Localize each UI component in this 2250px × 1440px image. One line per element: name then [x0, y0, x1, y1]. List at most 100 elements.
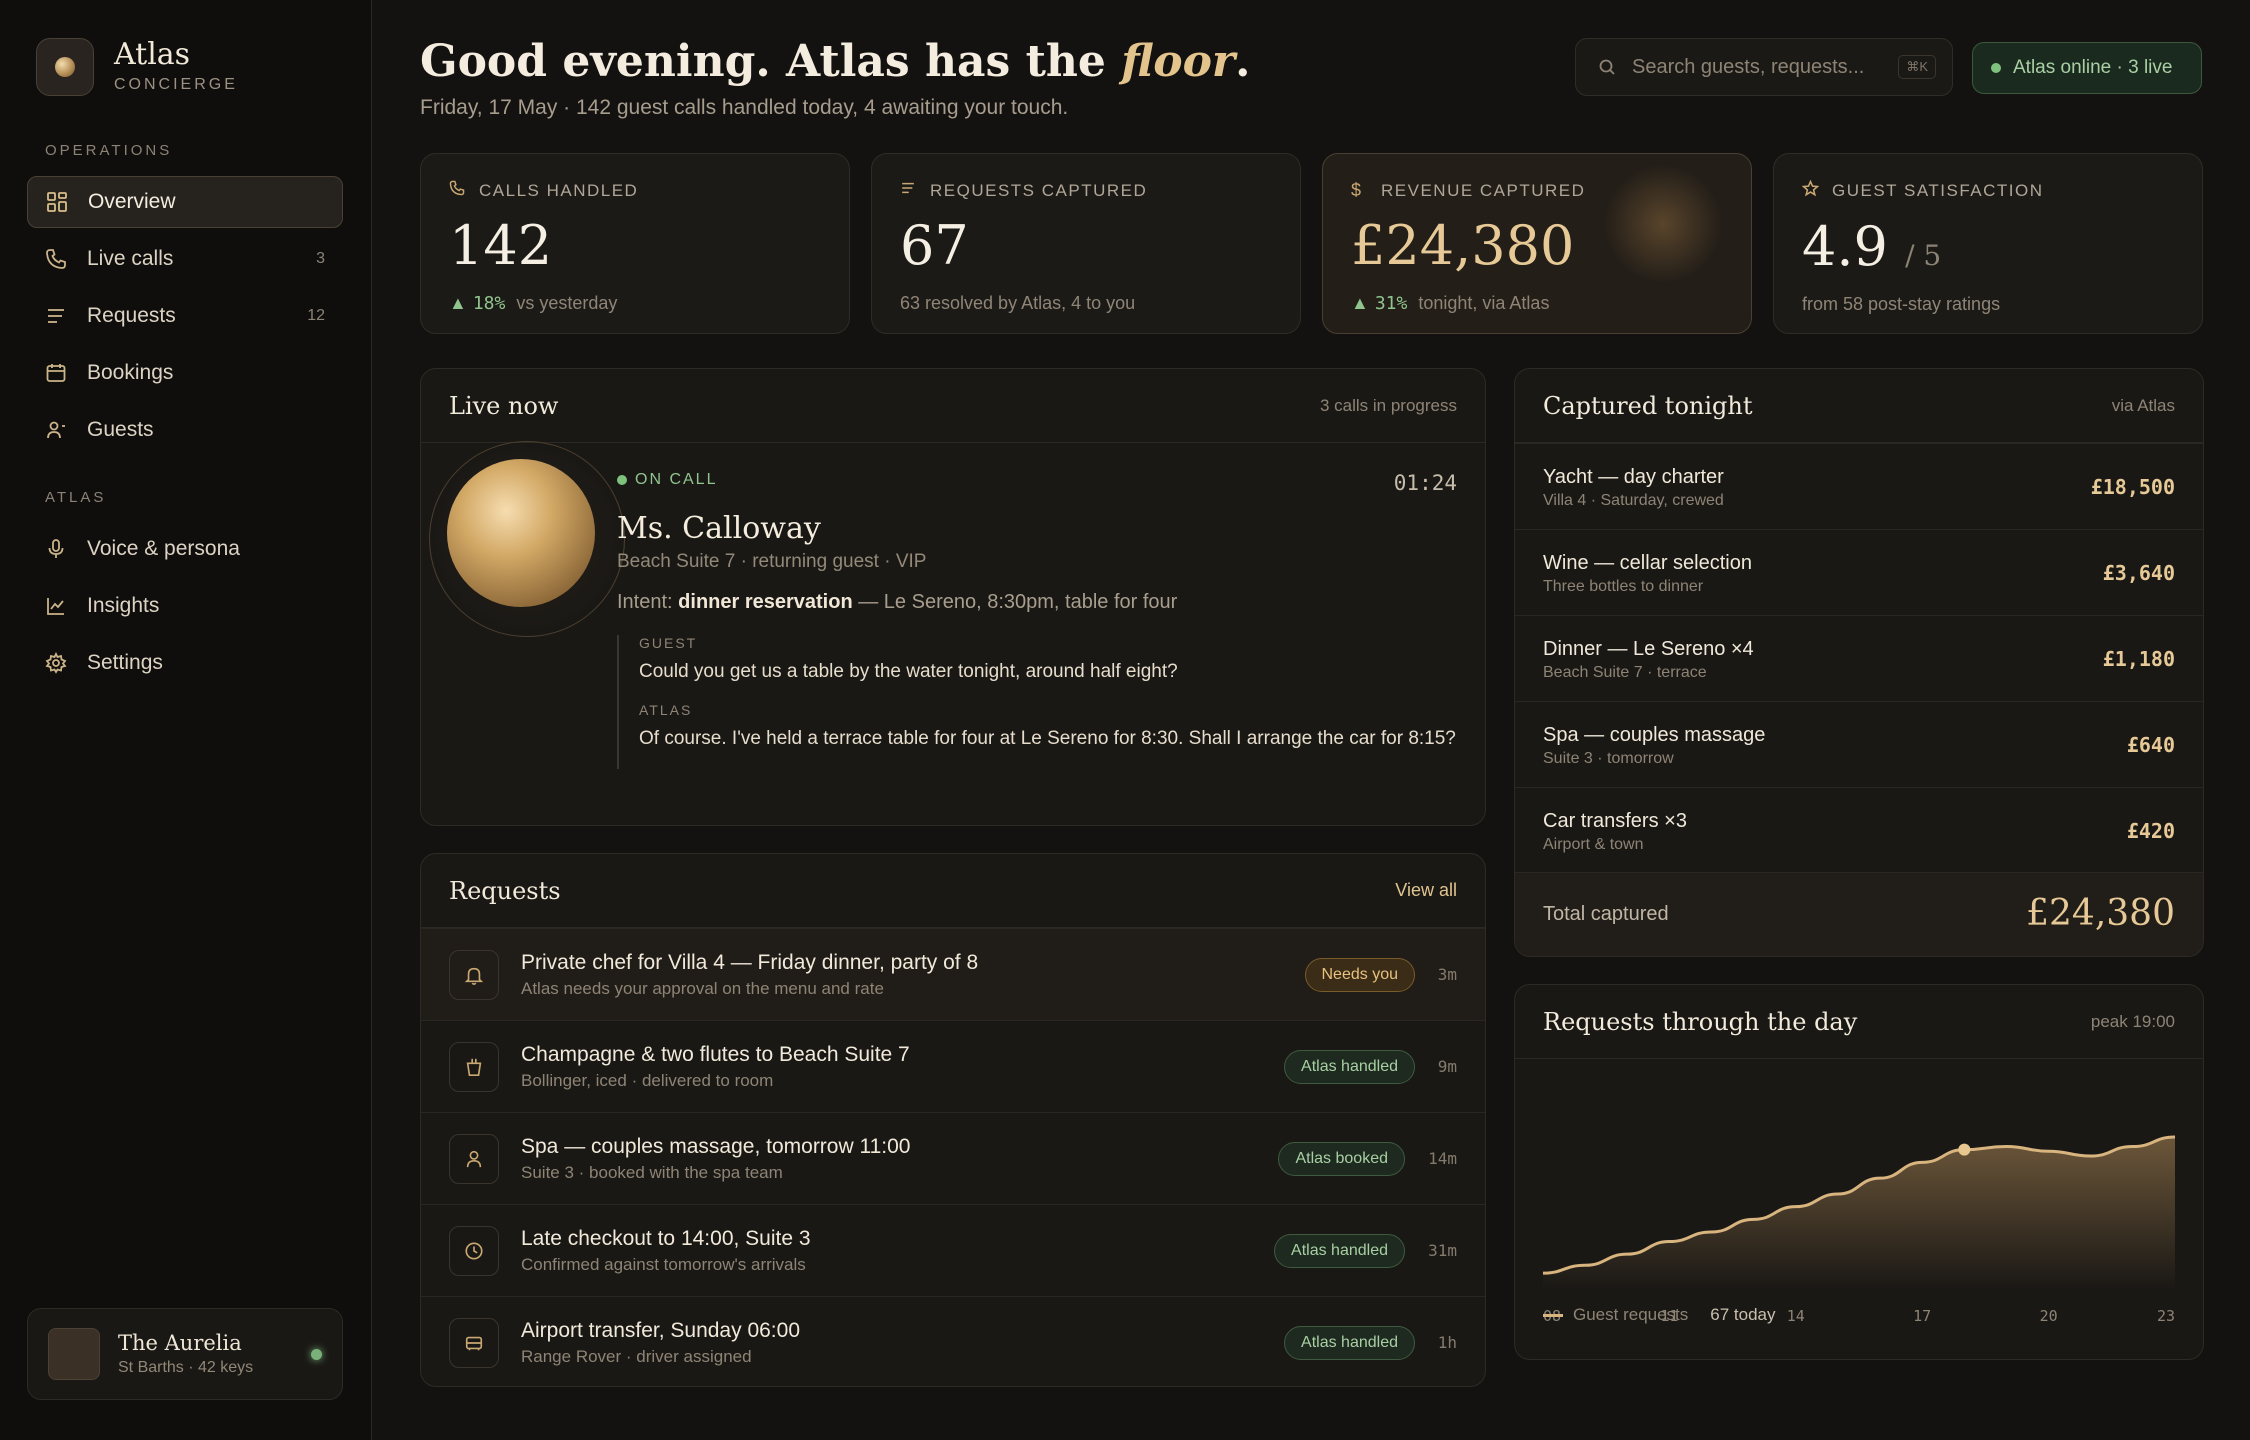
- request-time: 3m: [1437, 965, 1457, 984]
- request-row[interactable]: Airport transfer, Sunday 06:00 Range Rove…: [421, 1296, 1485, 1386]
- calendar-icon: [45, 362, 67, 384]
- stat-label: REVENUE CAPTURED: [1381, 180, 1586, 200]
- brand-name: Atlas: [114, 37, 191, 72]
- legend-label: Guest requests: [1573, 1305, 1689, 1324]
- chart-area-fill: [1543, 1137, 2175, 1289]
- legend-swatch: [1543, 1313, 1563, 1317]
- nav-section-atlas: ATLAS: [45, 489, 107, 506]
- speaker-label: GUEST: [639, 635, 698, 651]
- captured-row[interactable]: Spa — couples massage Suite 3 · tomorrow £…: [1515, 701, 2203, 787]
- sidebar-item-bookings[interactable]: Bookings: [27, 347, 343, 399]
- request-row[interactable]: Private chef for Villa 4 — Friday dinner…: [421, 928, 1485, 1020]
- brand-logo: [36, 38, 94, 96]
- captured-sub: Villa 4 · Saturday, crewed: [1543, 492, 1724, 509]
- phone-icon: [45, 248, 67, 270]
- request-title: Private chef for Villa 4 — Friday dinner…: [521, 950, 979, 974]
- star-icon: [1801, 179, 1820, 202]
- x-tick-label: 17: [1913, 1307, 1931, 1325]
- status-badge[interactable]: Atlas handled: [1284, 1325, 1415, 1360]
- voice-orb: [447, 459, 595, 607]
- panel-meta: peak 19:00: [2090, 1011, 2175, 1031]
- guest-line: Could you get us a table by the water to…: [639, 661, 1178, 682]
- stat-card-requests[interactable]: REQUESTS CAPTURED 67 63 resolved by Atla…: [871, 153, 1301, 334]
- request-title: Airport transfer, Sunday 06:00: [521, 1318, 800, 1342]
- live-dot-icon: [617, 475, 627, 485]
- sidebar-item-label: Insights: [87, 594, 160, 617]
- up-arrow-icon: ▲: [449, 293, 467, 313]
- sidebar-item-live-calls[interactable]: Live calls 3: [27, 233, 343, 285]
- captured-row[interactable]: Wine — cellar selection Three bottles to …: [1515, 529, 2203, 615]
- up-arrow-icon: ▲: [1351, 293, 1369, 313]
- search-input[interactable]: Search guests, requests... ⌘K: [1575, 38, 1953, 96]
- sidebar-item-overview[interactable]: Overview: [27, 176, 343, 228]
- page-title: Good evening. Atlas has the floor.: [420, 36, 1250, 87]
- captured-title: Yacht — day charter: [1543, 466, 1724, 488]
- stat-card-calls[interactable]: CALLS HANDLED 142 ▲ 18% vs yesterday: [420, 153, 850, 334]
- sidebar-item-label: Bookings: [87, 361, 174, 384]
- status-badge[interactable]: Atlas booked: [1278, 1141, 1405, 1176]
- status-badge[interactable]: Atlas online · 3 live: [1972, 42, 2202, 94]
- hotel-card[interactable]: The Aurelia St Barths · 42 keys: [27, 1308, 343, 1400]
- sidebar-item-settings[interactable]: Settings: [27, 637, 343, 689]
- captured-amount: £420: [2126, 819, 2175, 843]
- requests-panel: Requests View all Private chef for Villa…: [420, 853, 1486, 1387]
- stat-delta: 18%: [472, 293, 506, 314]
- list-icon: [900, 180, 918, 201]
- brand-orb-icon: [55, 57, 75, 77]
- stat-unit: / 5: [1905, 239, 1942, 272]
- intent-detail: — Le Sereno, 8:30pm, table for four: [852, 591, 1178, 613]
- bucket-icon: [449, 1041, 499, 1092]
- sidebar-item-requests[interactable]: Requests 12: [27, 290, 343, 342]
- brand[interactable]: Atlas CONCIERGE: [36, 38, 238, 96]
- list-icon: [45, 305, 67, 327]
- captured-sub: Airport & town: [1543, 836, 1644, 853]
- brand-subtitle: CONCIERGE: [114, 76, 238, 93]
- stat-card-satisfaction[interactable]: GUEST SATISFACTION 4.9 / 5 from 58 post-…: [1773, 153, 2203, 334]
- nav-section-operations: OPERATIONS: [45, 142, 173, 159]
- stat-card-revenue[interactable]: $ REVENUE CAPTURED £24,380 ▲ 31% tonight, …: [1322, 153, 1752, 334]
- request-sub: Atlas needs your approval on the menu an…: [521, 978, 884, 998]
- status-badge[interactable]: Atlas handled: [1274, 1233, 1405, 1268]
- status-badge[interactable]: Needs you: [1304, 957, 1415, 992]
- panel-title: Requests: [449, 876, 561, 905]
- request-row[interactable]: Spa — couples massage, tomorrow 11:00 Sui…: [421, 1112, 1485, 1204]
- captured-row[interactable]: Dinner — Le Sereno ×4 Beach Suite 7 · ter…: [1515, 615, 2203, 701]
- online-dot-icon: [1991, 63, 2001, 73]
- hotel-avatar: [48, 1328, 100, 1380]
- stat-label: GUEST SATISFACTION: [1832, 181, 2044, 200]
- chart-highlight-point[interactable]: [1958, 1143, 1971, 1156]
- request-time: 31m: [1428, 1241, 1457, 1260]
- sidebar-item-label: Live calls: [87, 247, 174, 270]
- requests-count: 12: [307, 307, 325, 324]
- stat-note: vs yesterday: [516, 293, 618, 313]
- car-icon: [449, 1317, 499, 1368]
- hotel-status-dot: [311, 1348, 322, 1360]
- status-badge[interactable]: Atlas handled: [1284, 1049, 1415, 1084]
- sidebar-item-label: Overview: [88, 190, 176, 213]
- captured-total: Total captured £24,380: [1515, 872, 2203, 956]
- request-title: Champagne & two flutes to Beach Suite 7: [521, 1042, 910, 1066]
- view-all-link[interactable]: View all: [1395, 880, 1457, 901]
- captured-sub: Three bottles to dinner: [1543, 578, 1704, 595]
- sidebar-item-insights[interactable]: Insights: [27, 580, 343, 632]
- stat-label: CALLS HANDLED: [479, 180, 639, 200]
- call-intent: Intent: dinner reservation — Le Sereno, …: [617, 591, 1177, 614]
- guest-icon: [45, 419, 67, 441]
- page-subtitle: Friday, 17 May · 142 guest calls handled…: [420, 96, 1069, 119]
- captured-row[interactable]: Car transfers ×3 Airport & town £420: [1515, 787, 2203, 873]
- intent-value: dinner reservation: [678, 591, 853, 613]
- sidebar-item-label: Requests: [87, 304, 176, 327]
- caller-name[interactable]: Ms. Calloway: [617, 511, 821, 546]
- request-row[interactable]: Champagne & two flutes to Beach Suite 7 B…: [421, 1020, 1485, 1112]
- sidebar-item-guests[interactable]: Guests: [27, 404, 343, 456]
- sidebar-item-label: Guests: [87, 418, 154, 441]
- hotel-sub: St Barths · 42 keys: [118, 1359, 254, 1376]
- captured-title: Spa — couples massage: [1543, 724, 1766, 746]
- dollar-icon: $: [1351, 180, 1363, 200]
- captured-row[interactable]: Yacht — day charter Villa 4 · Saturday, c…: [1515, 443, 2203, 529]
- request-row[interactable]: Late checkout to 14:00, Suite 3 Confirmed…: [421, 1204, 1485, 1296]
- captured-amount: £640: [2126, 733, 2175, 757]
- panel-meta: 3 calls in progress: [1319, 395, 1457, 415]
- chart-legend: Guest requests 67 today: [1543, 1305, 1776, 1325]
- sidebar-item-voice-persona[interactable]: Voice & persona: [27, 523, 343, 575]
